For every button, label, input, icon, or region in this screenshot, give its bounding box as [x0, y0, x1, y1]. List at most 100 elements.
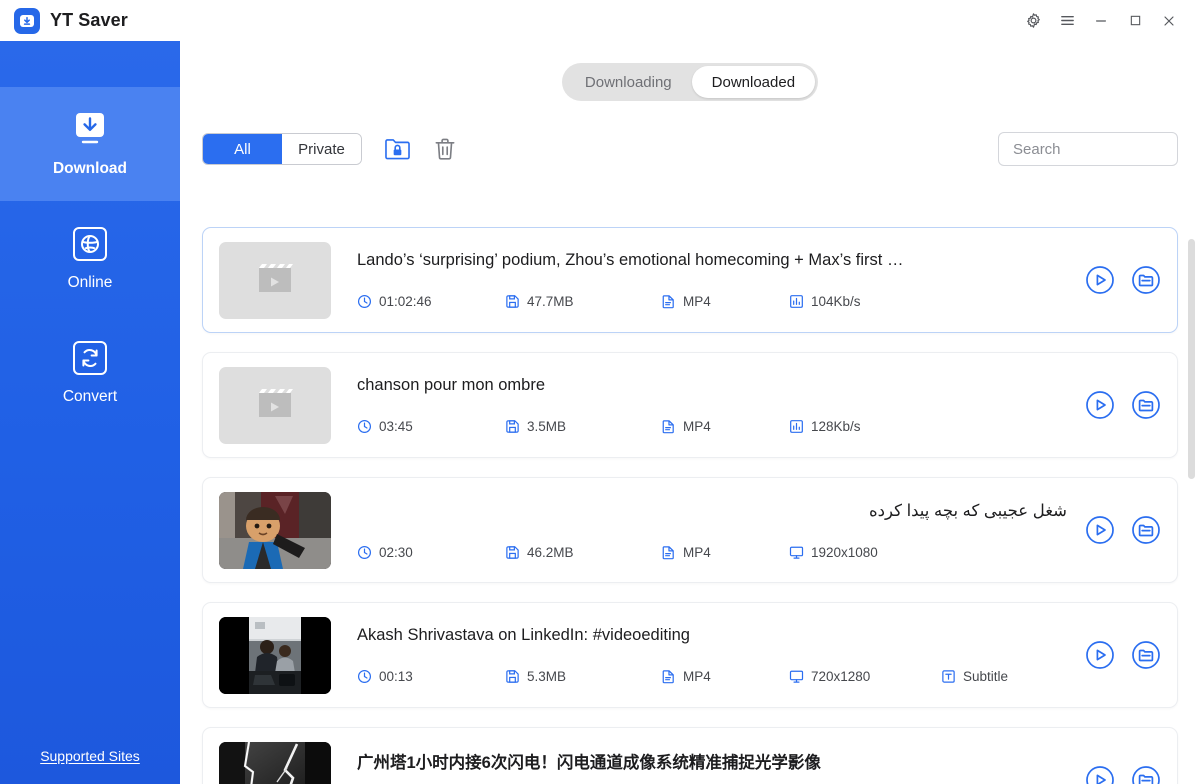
- lock-folder-icon[interactable]: [380, 133, 414, 165]
- meta-quality: 1920x1080: [789, 545, 919, 560]
- meta-subtitle-value: Subtitle: [963, 669, 1009, 684]
- video-thumbnail: [219, 241, 331, 319]
- folder-circle-icon[interactable]: [1131, 765, 1161, 784]
- download-item[interactable]: شغل عجیبی که بچه پیدا کرده 02:30 46.2MB: [202, 477, 1178, 583]
- download-item-meta: 01:02:46 47.7MB MP4 104Kb/s: [357, 294, 1067, 309]
- download-item-meta: 03:45 3.5MB MP4 128Kb/s: [357, 419, 1067, 434]
- meta-file-format: MP4: [661, 545, 767, 560]
- download-item-actions: [1067, 640, 1161, 670]
- tab-downloading[interactable]: Downloading: [565, 66, 692, 98]
- meta-duration-value: 01:02:46: [379, 294, 432, 309]
- meta-file-size: 3.5MB: [505, 419, 639, 434]
- meta-file-format-value: MP4: [683, 669, 711, 684]
- meta-duration-value: 02:30: [379, 544, 413, 560]
- download-item-meta: 02:30 46.2MB MP4 1920x1080: [357, 545, 1067, 560]
- download-item-title: chanson pour mon ombre: [357, 376, 546, 394]
- clock-icon: [357, 545, 372, 560]
- maximize-icon[interactable]: [1118, 0, 1152, 41]
- meta-quality: 104Kb/s: [789, 294, 919, 309]
- meta-file-format: MP4: [661, 669, 767, 684]
- meta-duration: 02:30: [357, 545, 483, 560]
- folder-circle-icon[interactable]: [1131, 640, 1161, 670]
- play-circle-icon[interactable]: [1085, 515, 1115, 545]
- app-title: YT Saver: [50, 10, 128, 30]
- trash-icon[interactable]: [428, 133, 462, 165]
- sidebar-item-label: Online: [67, 273, 113, 291]
- supported-sites-link[interactable]: Supported Sites: [40, 748, 140, 764]
- download-item-actions: [1067, 390, 1161, 420]
- meta-file-format-value: MP4: [683, 419, 711, 434]
- title-bar: YT Saver: [0, 0, 1200, 41]
- minimize-icon[interactable]: [1084, 0, 1118, 41]
- meta-duration-value: 03:45: [379, 419, 413, 434]
- convert-refresh-icon: [69, 339, 111, 377]
- folder-circle-icon[interactable]: [1131, 390, 1161, 420]
- downloads-list: Lando’s ‘surprising’ podium, Zhou’s emot…: [180, 227, 1200, 784]
- meta-quality-value: 128Kb/s: [811, 419, 861, 434]
- window-controls: [1016, 0, 1200, 41]
- meta-quality-value: 1920x1080: [811, 544, 878, 560]
- globe-icon: [69, 225, 111, 263]
- meta-file-size: 47.7MB: [505, 294, 639, 309]
- video-thumbnail: [219, 366, 331, 444]
- filter-private-button[interactable]: Private: [282, 134, 361, 164]
- folder-circle-icon[interactable]: [1131, 515, 1161, 545]
- sidebar-item-convert[interactable]: Convert: [0, 315, 180, 429]
- save-icon: [505, 294, 520, 309]
- meta-subtitle: Subtitle: [941, 669, 1008, 684]
- download-item-body: Akash Shrivastava on LinkedIn: #videoedi…: [331, 626, 1067, 684]
- search-placeholder: Search: [1013, 140, 1061, 158]
- bitrate-icon: [789, 294, 804, 309]
- meta-duration: 01:02:46: [357, 294, 483, 309]
- folder-circle-icon[interactable]: [1131, 265, 1161, 295]
- sidebar-item-download[interactable]: Download: [0, 87, 180, 201]
- gear-icon[interactable]: [1016, 0, 1050, 41]
- hamburger-menu-icon[interactable]: [1050, 0, 1084, 41]
- filter-pill-group: All Private: [202, 133, 362, 165]
- meta-duration-value: 00:13: [379, 669, 413, 684]
- tab-downloaded[interactable]: Downloaded: [691, 66, 816, 98]
- sidebar: Download Online Convert Supported Sites: [0, 41, 180, 784]
- meta-quality: 720x1280: [789, 669, 919, 684]
- main-content: Downloading Downloaded All Private Searc…: [180, 41, 1200, 784]
- play-circle-icon[interactable]: [1085, 765, 1115, 784]
- download-item[interactable]: 广州塔1小时内接6次闪电！闪电通道成像系统精准捕捉光学影像 00:44 3.3M…: [202, 727, 1178, 784]
- save-icon: [505, 545, 520, 560]
- play-circle-icon[interactable]: [1085, 265, 1115, 295]
- sidebar-item-label: Convert: [62, 387, 118, 405]
- meta-duration: 03:45: [357, 419, 483, 434]
- filter-all-button[interactable]: All: [203, 134, 282, 164]
- download-item[interactable]: chanson pour mon ombre 03:45 3.5MB MP4 1…: [202, 352, 1178, 458]
- download-item[interactable]: Lando’s ‘surprising’ podium, Zhou’s emot…: [202, 227, 1178, 333]
- bitrate-icon: [789, 419, 804, 434]
- save-icon: [505, 669, 520, 684]
- status-tabs-wrap: Downloading Downloaded: [180, 41, 1200, 101]
- meta-file-format-value: MP4: [683, 294, 711, 309]
- meta-file-size: 5.3MB: [505, 669, 639, 684]
- clock-icon: [357, 669, 372, 684]
- meta-file-size-value: 46.2MB: [527, 544, 574, 560]
- file-icon: [661, 294, 676, 309]
- search-input[interactable]: Search: [998, 132, 1178, 166]
- sidebar-nav: Download Online Convert: [0, 41, 180, 429]
- meta-file-format: MP4: [661, 294, 767, 309]
- download-item-title: Lando’s ‘surprising’ podium, Zhou’s emot…: [357, 251, 904, 269]
- download-item-actions: [1067, 265, 1161, 295]
- app-brand: YT Saver: [0, 7, 128, 34]
- play-circle-icon[interactable]: [1085, 390, 1115, 420]
- save-icon: [505, 419, 520, 434]
- download-icon: [69, 111, 111, 149]
- close-icon[interactable]: [1152, 0, 1186, 41]
- download-item-title: 广州塔1小时内接6次闪电！闪电通道成像系统精准捕捉光学影像: [357, 753, 821, 772]
- download-box-icon: [14, 7, 40, 34]
- video-thumbnail: [219, 491, 331, 569]
- vertical-scrollbar[interactable]: [1188, 239, 1195, 479]
- meta-file-size: 46.2MB: [505, 545, 639, 560]
- sidebar-item-online[interactable]: Online: [0, 201, 180, 315]
- downloads-list-viewport: Lando’s ‘surprising’ podium, Zhou’s emot…: [180, 227, 1200, 784]
- download-item[interactable]: Akash Shrivastava on LinkedIn: #videoedi…: [202, 602, 1178, 708]
- meta-file-size-value: 47.7MB: [527, 294, 574, 309]
- meta-file-size-value: 3.5MB: [527, 419, 567, 434]
- play-circle-icon[interactable]: [1085, 640, 1115, 670]
- monitor-icon: [789, 669, 804, 684]
